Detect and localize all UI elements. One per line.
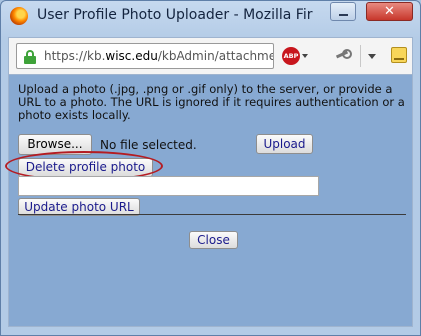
photo-url-input[interactable] xyxy=(18,176,319,196)
divider xyxy=(18,214,406,215)
url-path: /kbAdmin/attachmer xyxy=(157,49,274,63)
url-text: https://kb.wisc.edu/kbAdmin/attachmer xyxy=(44,49,274,63)
url-prefix: https://kb. xyxy=(44,49,106,63)
toolbar-separator xyxy=(360,45,361,67)
upload-button[interactable]: Upload xyxy=(256,134,313,154)
tools-icon[interactable] xyxy=(334,49,352,61)
url-bar[interactable]: https://kb.wisc.edu/kbAdmin/attachmer xyxy=(16,43,274,69)
adblock-plus-icon[interactable]: ABP xyxy=(282,47,300,65)
close-icon: ✕ xyxy=(384,4,395,19)
url-domain: wisc.edu xyxy=(105,49,158,63)
dropdown-arrow-icon[interactable] xyxy=(302,54,308,58)
minimize-button[interactable] xyxy=(330,2,356,21)
uploader-panel: Upload a photo (.jpg, .png or .gif only)… xyxy=(5,75,413,327)
firefox-logo-icon xyxy=(10,7,28,25)
window-title: User Profile Photo Uploader - Mozilla Fi… xyxy=(37,7,313,23)
lock-icon xyxy=(24,50,36,64)
browser-window: User Profile Photo Uploader - Mozilla Fi… xyxy=(0,0,421,336)
file-status: No file selected. xyxy=(100,138,197,152)
instructions-text: Upload a photo (.jpg, .png or .gif only)… xyxy=(18,82,405,122)
navigation-bar: https://kb.wisc.edu/kbAdmin/attachmer AB… xyxy=(8,37,413,75)
close-window-button[interactable]: ✕ xyxy=(366,2,413,21)
title-bar: User Profile Photo Uploader - Mozilla Fi… xyxy=(1,1,420,33)
bookmark-icon[interactable] xyxy=(391,47,407,63)
menu-arrow-icon[interactable] xyxy=(368,54,376,59)
close-button[interactable]: Close xyxy=(189,231,238,249)
